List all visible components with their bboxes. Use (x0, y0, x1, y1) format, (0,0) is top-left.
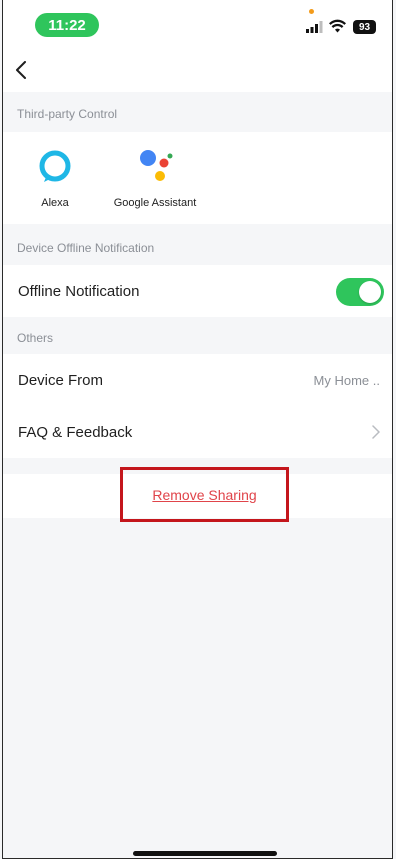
alexa-label: Alexa (41, 197, 69, 209)
battery-indicator: 93 (353, 20, 376, 34)
chevron-right-icon (372, 425, 380, 439)
remove-sharing-button[interactable]: Remove Sharing (152, 487, 256, 503)
home-indicator (133, 851, 277, 856)
device-from-label: Device From (18, 371, 104, 389)
section-header-third-party: Third-party Control (3, 96, 392, 132)
toggle-knob (359, 281, 381, 303)
navigation-bar (3, 44, 392, 92)
device-from-row[interactable]: Device From My Home .. (3, 354, 392, 406)
wifi-icon (329, 19, 346, 33)
cellular-signal-icon (306, 21, 323, 33)
section-header-others: Others (3, 320, 392, 356)
settings-screen: 11:22 93 Third-party Control Alexa Googl… (2, 0, 393, 859)
offline-notification-label: Offline Notification (18, 282, 140, 300)
faq-feedback-label: FAQ & Feedback (18, 423, 133, 441)
third-party-panel: Alexa Google Assistant (3, 132, 392, 224)
google-assistant-label: Google Assistant (113, 197, 197, 209)
section-header-offline: Device Offline Notification (3, 230, 392, 266)
status-time: 11:22 (35, 13, 99, 37)
faq-feedback-row[interactable]: FAQ & Feedback (3, 406, 392, 458)
alexa-icon (39, 150, 71, 182)
remove-sharing-highlight-box: Remove Sharing (120, 467, 289, 522)
alexa-item[interactable]: Alexa (3, 148, 110, 209)
offline-notification-row: Offline Notification (3, 265, 392, 317)
google-assistant-icon (140, 150, 173, 181)
status-bar: 11:22 93 (3, 0, 392, 44)
privacy-indicator-dot (309, 9, 314, 14)
offline-notification-toggle[interactable] (336, 278, 384, 306)
google-assistant-item[interactable]: Google Assistant (100, 148, 210, 209)
device-from-value: My Home .. (313, 372, 380, 388)
back-chevron-icon[interactable] (15, 61, 27, 79)
